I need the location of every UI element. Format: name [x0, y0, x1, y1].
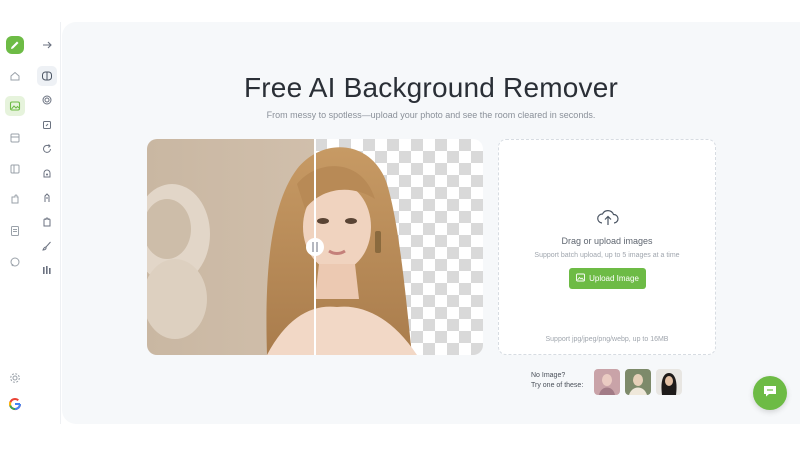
upload-dropzone[interactable]: Drag or upload images Support batch uplo…	[498, 139, 716, 355]
sample-image-2[interactable]	[625, 369, 651, 395]
stamp-icon[interactable]	[37, 164, 57, 184]
glove-icon[interactable]	[37, 212, 57, 232]
chat-bubble-icon[interactable]	[5, 252, 25, 272]
tool-sidebar	[31, 22, 61, 424]
page-title: Free AI Background Remover	[243, 72, 619, 103]
preview-illustration	[147, 139, 483, 355]
upload-title: Drag or upload images	[561, 236, 653, 246]
image-upload-icon	[576, 273, 586, 284]
sample-prompt: No Image? Try one of these:	[531, 371, 583, 391]
image-icon[interactable]	[5, 96, 25, 116]
sample-prompt-line1: No Image?	[531, 372, 566, 379]
chat-support-button[interactable]	[753, 376, 787, 410]
supported-formats: Support jpg/jpeg/png/webp, up to 16MB	[545, 336, 669, 343]
upload-button-label: Upload Image	[589, 274, 639, 283]
main-content: Free AI Background Remover From messy to…	[62, 22, 800, 424]
settings-icon[interactable]	[5, 368, 25, 388]
rotate-icon[interactable]	[37, 139, 57, 159]
page-subtitle: From messy to spotless—upload your photo…	[266, 110, 596, 120]
logo-pencil-icon[interactable]	[6, 36, 24, 54]
upload-hint: Support batch upload, up to 5 images at …	[534, 252, 680, 259]
sample-prompt-line2: Try one of these:	[531, 382, 584, 389]
sample-image-3[interactable]	[656, 369, 682, 395]
document-icon[interactable]	[5, 221, 25, 241]
bars-icon[interactable]	[37, 260, 57, 280]
primary-sidebar	[0, 28, 30, 428]
fingerprint-icon[interactable]	[37, 90, 57, 110]
brush-icon[interactable]	[37, 236, 57, 256]
home-icon[interactable]	[5, 66, 25, 86]
expand-arrow-icon[interactable]	[37, 35, 57, 55]
compare-icon[interactable]	[37, 66, 57, 86]
layout-icon[interactable]	[5, 159, 25, 179]
before-after-preview[interactable]	[147, 139, 483, 355]
crop-icon[interactable]	[37, 115, 57, 135]
chat-icon	[762, 384, 778, 403]
puzzle-icon[interactable]	[5, 190, 25, 210]
app-window: Free AI Background Remover From messy to…	[0, 0, 800, 449]
figure-icon[interactable]	[37, 188, 57, 208]
upload-image-button[interactable]: Upload Image	[569, 268, 646, 289]
box-icon[interactable]	[5, 128, 25, 148]
sample-image-1[interactable]	[594, 369, 620, 395]
google-icon[interactable]	[5, 394, 25, 414]
cloud-upload-icon	[596, 208, 620, 228]
